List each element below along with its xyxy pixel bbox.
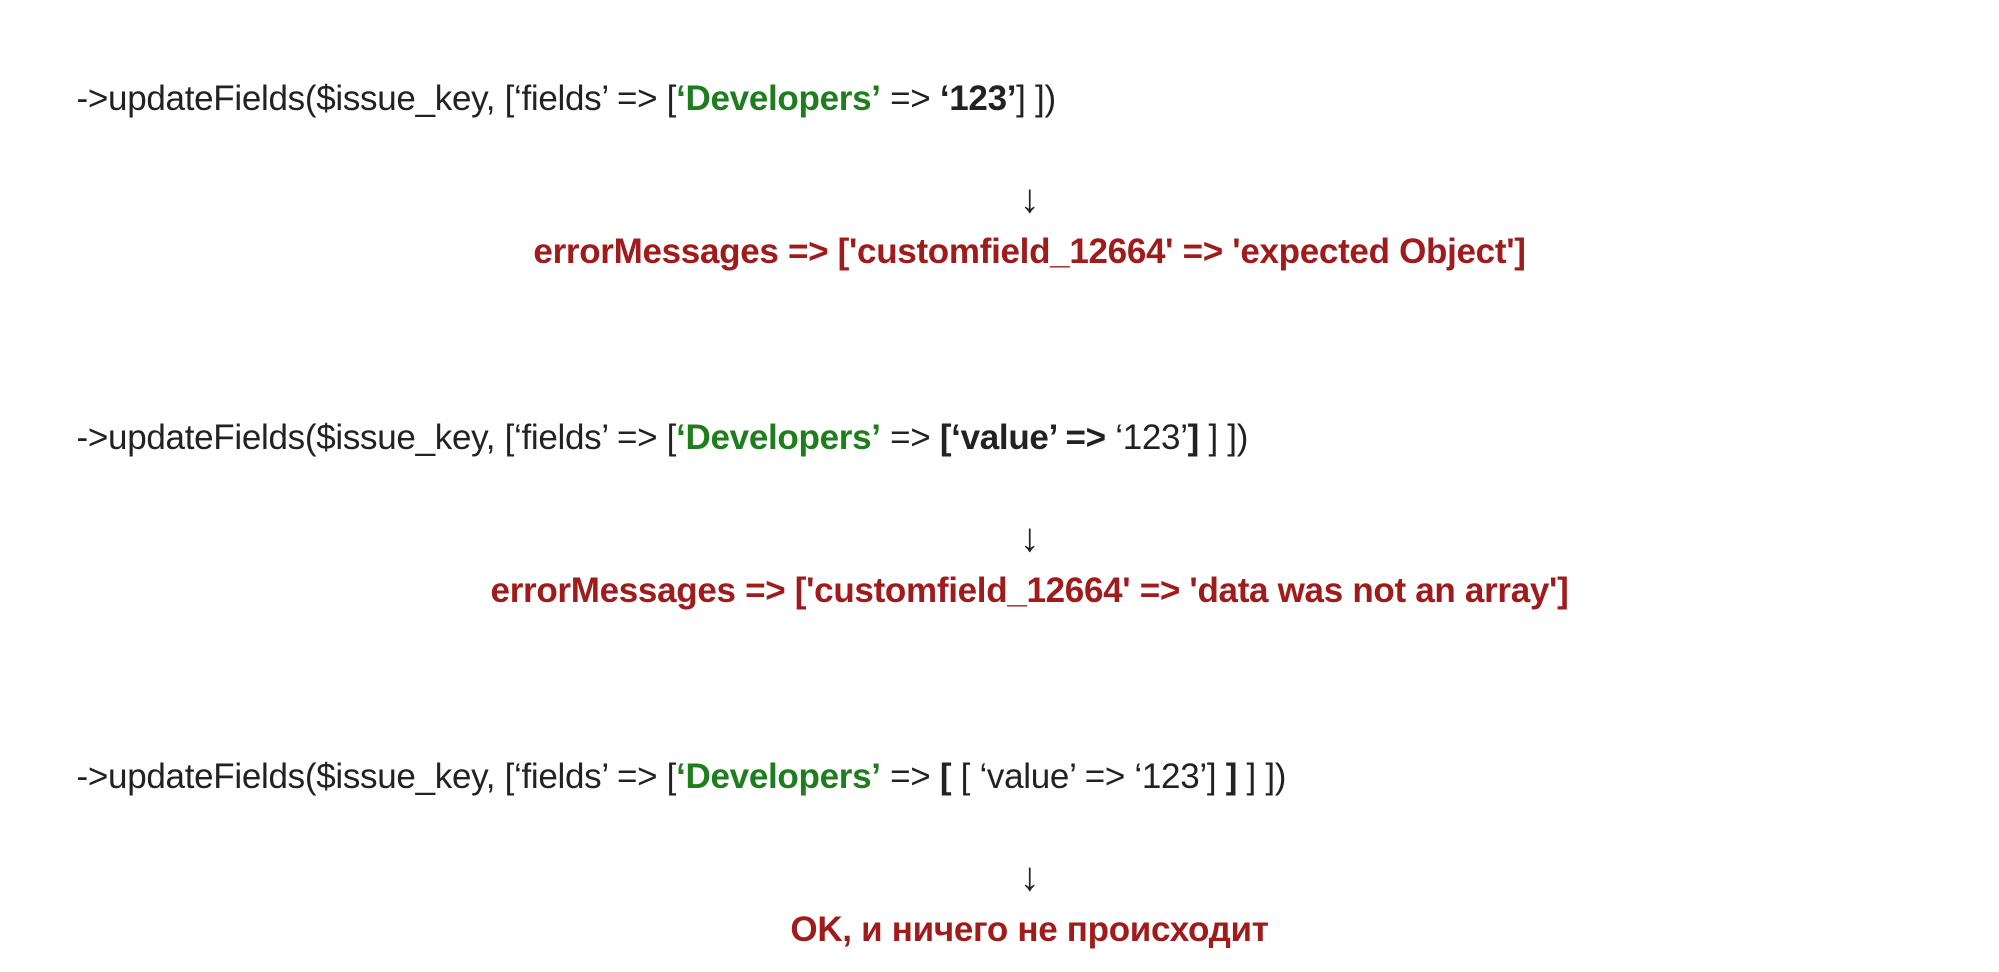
arrow-down-icon: ↓	[20, 516, 1979, 560]
field-name: ‘Developers’	[676, 79, 881, 118]
code-segment: =>	[881, 757, 940, 796]
array-wrapper-close: ]	[1216, 757, 1237, 796]
code-segment: ] ])	[1237, 757, 1286, 796]
code-line: ->updateFields($issue_key, [‘fields’ => …	[20, 30, 1979, 167]
code-segment: =>	[881, 418, 940, 457]
code-segment: ] ])	[1016, 79, 1056, 118]
example-block-2: ->updateFields($issue_key, [‘fields’ => …	[20, 369, 1979, 613]
example-block-1: ->updateFields($issue_key, [‘fields’ => …	[20, 30, 1979, 274]
code-line: ->updateFields($issue_key, [‘fields’ => …	[20, 369, 1979, 506]
code-segment: ->updateFields($issue_key, [‘fields’ => …	[77, 757, 677, 796]
code-segment: =>	[881, 79, 940, 118]
error-message: errorMessages => ['customfield_12664' =>…	[20, 568, 1979, 614]
arrow-down-icon: ↓	[20, 855, 1979, 899]
array-wrapper-open: [	[940, 757, 961, 796]
example-block-3: ->updateFields($issue_key, [‘fields’ => …	[20, 708, 1979, 952]
code-segment: ->updateFields($issue_key, [‘fields’ => …	[77, 79, 677, 118]
slide-content: ->updateFields($issue_key, [‘fields’ => …	[0, 0, 1999, 972]
value-wrapper-close: ]	[1188, 418, 1199, 457]
value-wrapper-open: [‘value’ =>	[940, 418, 1115, 457]
arrow-down-icon: ↓	[20, 177, 1979, 221]
code-segment: ] ])	[1199, 418, 1248, 457]
ok-message: OK, и ничего не происходит	[20, 907, 1979, 953]
field-value: [ ‘value’ => ‘123’]	[961, 757, 1217, 796]
code-segment: ->updateFields($issue_key, [‘fields’ => …	[77, 418, 677, 457]
field-value: ‘123’	[1115, 418, 1187, 457]
field-name: ‘Developers’	[676, 757, 881, 796]
code-line: ->updateFields($issue_key, [‘fields’ => …	[20, 708, 1979, 845]
error-message: errorMessages => ['customfield_12664' =>…	[20, 229, 1979, 275]
field-value: ‘123’	[940, 79, 1016, 118]
field-name: ‘Developers’	[676, 418, 881, 457]
